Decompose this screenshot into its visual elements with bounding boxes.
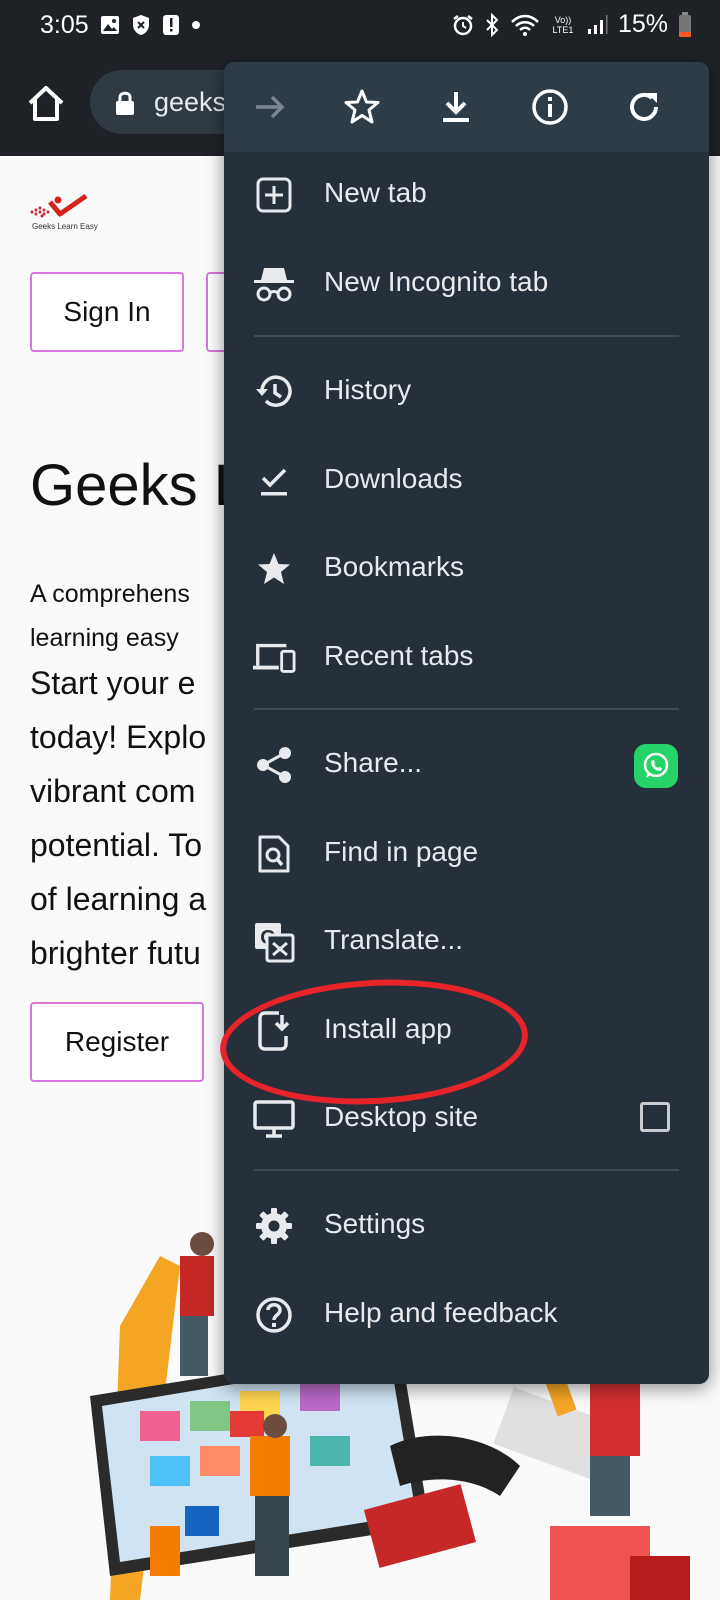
logo-graphic bbox=[30, 193, 88, 218]
dot-icon bbox=[191, 20, 201, 30]
status-system-icons: Vo)) LTE1 15% bbox=[452, 10, 692, 39]
menu-item-help-and-feedback[interactable]: Help and feedback bbox=[224, 1270, 709, 1360]
battery-percent: 15% bbox=[617, 10, 668, 38]
share-icon bbox=[252, 743, 296, 787]
whatsapp-share-button[interactable] bbox=[634, 744, 678, 788]
desktop-site-checkbox[interactable] bbox=[640, 1102, 670, 1132]
menu-item-label: Bookmarks bbox=[324, 551, 465, 582]
menu-item-label: Help and feedback bbox=[324, 1297, 558, 1328]
menu-item-label: Recent tabs bbox=[324, 640, 474, 671]
intro-line: learning easy bbox=[30, 624, 179, 652]
menu-item-label: Find in page bbox=[324, 836, 479, 867]
menu-item-share[interactable]: Share... bbox=[224, 720, 709, 810]
star-icon bbox=[252, 547, 296, 591]
forward-button[interactable] bbox=[248, 85, 292, 129]
menu-item-downloads[interactable]: Downloads bbox=[224, 436, 709, 526]
menu-item-new-tab[interactable]: New tab bbox=[224, 150, 709, 240]
plus-box-icon bbox=[252, 173, 296, 217]
signal-icon bbox=[586, 14, 608, 36]
intro-text: A comprehens learning easy bbox=[30, 572, 190, 660]
gallery-icon bbox=[100, 15, 120, 35]
status-time: 3:05 bbox=[40, 11, 89, 39]
logo-text: Geeks Learn Easy bbox=[32, 222, 98, 231]
menu-item-recent-tabs[interactable]: Recent tabs bbox=[224, 613, 709, 703]
menu-item-bookmarks[interactable]: Bookmarks bbox=[224, 524, 709, 614]
menu-item-label: New Incognito tab bbox=[324, 266, 549, 297]
menu-divider bbox=[254, 1169, 679, 1171]
alarm-icon bbox=[452, 14, 474, 36]
shield-x-icon bbox=[131, 14, 151, 36]
menu-divider bbox=[254, 708, 679, 710]
gear-icon bbox=[252, 1204, 296, 1248]
menu-item-settings[interactable]: Settings bbox=[224, 1181, 709, 1271]
intro-line: A comprehens bbox=[30, 580, 190, 608]
body-line: potential. To bbox=[30, 827, 202, 863]
info-icon bbox=[532, 89, 568, 125]
body-text: Start your e today! Explo vibrant com po… bbox=[30, 656, 206, 980]
devices-icon bbox=[252, 636, 296, 680]
download-check-icon bbox=[252, 459, 296, 503]
menu-divider bbox=[254, 335, 679, 337]
body-line: vibrant com bbox=[30, 773, 196, 809]
menu-item-label: Downloads bbox=[324, 463, 463, 494]
page-info-button[interactable] bbox=[528, 85, 572, 129]
alert-icon bbox=[162, 14, 180, 36]
body-line: Start your e bbox=[30, 665, 196, 701]
desktop-icon bbox=[252, 1097, 296, 1141]
find-in-page-icon bbox=[252, 832, 296, 876]
menu-item-label: New tab bbox=[324, 177, 427, 208]
refresh-icon bbox=[630, 92, 658, 121]
body-line: today! Explo bbox=[30, 719, 207, 755]
whatsapp-icon bbox=[643, 752, 669, 778]
status-notification-icons bbox=[100, 14, 201, 36]
history-icon bbox=[252, 370, 296, 414]
incognito-icon bbox=[252, 262, 296, 306]
star-outline-icon bbox=[344, 89, 380, 124]
menu-item-label: Desktop site bbox=[324, 1101, 479, 1132]
body-line: of learning a bbox=[30, 881, 207, 917]
menu-item-find-in-page[interactable]: Find in page bbox=[224, 809, 709, 899]
reload-button[interactable] bbox=[622, 85, 666, 129]
home-button[interactable] bbox=[24, 82, 68, 126]
menu-item-label: History bbox=[324, 374, 412, 405]
signin-button[interactable]: Sign In bbox=[30, 272, 184, 352]
bluetooth-icon bbox=[484, 12, 500, 37]
volte-label: Vo)) LTE1 bbox=[552, 14, 574, 35]
site-logo[interactable] bbox=[28, 192, 90, 222]
menu-item-translate[interactable]: G Translate... bbox=[224, 897, 709, 987]
register-button[interactable]: Register bbox=[30, 1002, 204, 1082]
body-line: brighter futu bbox=[30, 935, 201, 971]
wifi-icon bbox=[510, 13, 540, 37]
home-icon bbox=[28, 86, 64, 121]
translate-icon: G bbox=[252, 920, 296, 964]
browser-overflow-menu: New tab New Incognito tab History Downlo… bbox=[224, 62, 709, 1384]
menu-item-history[interactable]: History bbox=[224, 347, 709, 437]
download-page-button[interactable] bbox=[434, 85, 478, 129]
forward-arrow-icon bbox=[256, 95, 285, 119]
lock-icon bbox=[114, 90, 136, 116]
status-bar: 3:05 Vo)) LTE1 15% bbox=[0, 0, 720, 52]
page-title: Geeks L bbox=[30, 453, 246, 518]
menu-item-label: Share... bbox=[324, 747, 423, 778]
menu-item-new-incognito-tab[interactable]: New Incognito tab bbox=[224, 239, 709, 329]
url-text: geeks bbox=[154, 87, 227, 117]
menu-item-label: Settings bbox=[324, 1208, 426, 1239]
bookmark-star-button[interactable] bbox=[340, 85, 384, 129]
battery-icon bbox=[678, 11, 692, 38]
menu-item-label: Translate... bbox=[324, 924, 464, 955]
menu-action-row bbox=[224, 62, 709, 152]
help-icon bbox=[252, 1293, 296, 1337]
download-icon bbox=[443, 92, 469, 122]
